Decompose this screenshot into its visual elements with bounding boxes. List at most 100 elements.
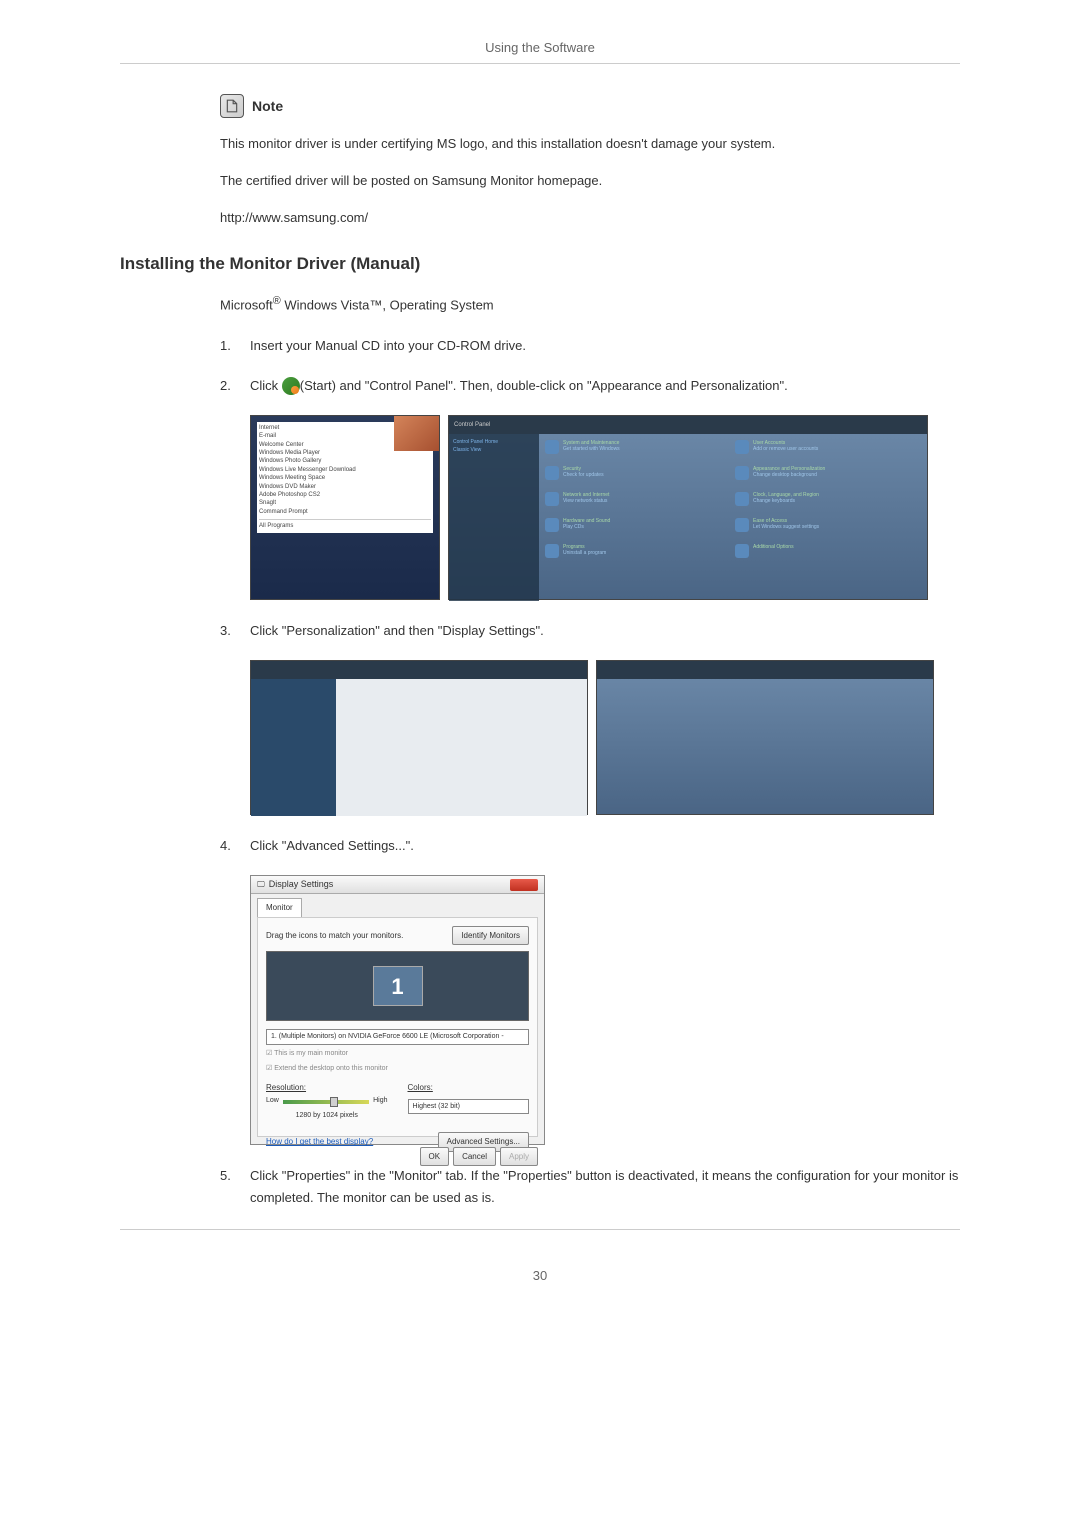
step-5: 5. Click "Properties" in the "Monitor" t… (220, 1165, 960, 1209)
ss2-cat-sub: Let Windows suggest settings (753, 524, 819, 530)
ss5-slider-thumb (330, 1097, 338, 1107)
step-2-number: 2. (220, 375, 250, 397)
ss2-cat: SecurityCheck for updates (545, 466, 731, 480)
screenshot-row-2 (250, 660, 960, 815)
ss2-cat: Ease of AccessLet Windows suggest settin… (735, 518, 921, 532)
screenshot-display-settings: 🖵 Display Settings Monitor Drag the icon… (250, 875, 545, 1145)
ss2-cat-title: Hardware and Sound (563, 518, 610, 524)
ss5-colors-label: Colors: (408, 1081, 530, 1095)
ss5-tab: Monitor (257, 898, 302, 917)
ss2-cat-icon (545, 544, 559, 558)
ss5-apply-button: Apply (500, 1147, 538, 1167)
ss5-resolution-label: Resolution: (266, 1081, 388, 1095)
subtitle-middle: Windows Vista (281, 298, 370, 313)
ss1-item: Welcome Center (259, 441, 431, 449)
subtitle-suffix: , Operating System (382, 298, 493, 313)
ss1-item: Windows Live Messenger Download (259, 466, 431, 474)
ss2-cat-icon (735, 518, 749, 532)
ss2-sidebar-item: Classic View (453, 446, 535, 455)
ss2-cat-sub: Uninstall a program (563, 550, 606, 556)
ss2-cat: Hardware and SoundPlay CDs (545, 518, 731, 532)
ss5-checkbox-1: ☑ This is my main monitor (266, 1048, 529, 1060)
ss1-item: Command Prompt (259, 508, 431, 516)
screenshot-personalization-1 (250, 660, 588, 815)
step-2-text-a: Click (250, 378, 282, 393)
ss2-cat: ProgramsUninstall a program (545, 544, 731, 558)
step-2-text: Click (Start) and "Control Panel". Then,… (250, 375, 960, 397)
ss2-cat: Clock, Language, and RegionChange keyboa… (735, 492, 921, 506)
ss2-cat-icon (545, 492, 559, 506)
screenshot-start-menu: Internet E-mail Welcome Center Windows M… (250, 415, 440, 600)
ss1-item: Internet (259, 424, 431, 432)
ss2-cat: System and MaintenanceGet started with W… (545, 440, 731, 454)
page-number: 30 (120, 1268, 960, 1283)
step-5-number: 5. (220, 1165, 250, 1209)
step-1: 1. Insert your Manual CD into your CD-RO… (220, 335, 960, 357)
ss5-cancel-button: Cancel (453, 1147, 496, 1167)
ss5-resolution-col: Resolution: Low High 1280 by 1024 pixels (266, 1081, 388, 1122)
step-1-number: 1. (220, 335, 250, 357)
ss5-titlebar: 🖵 Display Settings (251, 876, 544, 894)
section-title: Installing the Monitor Driver (Manual) (120, 254, 960, 274)
close-icon (510, 879, 538, 891)
ss5-monitor-dropdown: 1. (Multiple Monitors) on NVIDIA GeForce… (266, 1029, 529, 1045)
ss2-cat-title: Additional Options (753, 544, 794, 550)
ss5-slider-track (283, 1100, 369, 1104)
ss5-res-value: 1280 by 1024 pixels (266, 1110, 388, 1122)
page-header-title: Using the Software (120, 40, 960, 55)
ss2-cat-title: Clock, Language, and Region (753, 492, 819, 498)
note-label: Note (252, 98, 283, 114)
ss5-check2-label: Extend the desktop onto this monitor (274, 1065, 388, 1072)
ss1-item: Snaglt (259, 499, 431, 507)
ss1-left-panel: Internet E-mail Welcome Center Windows M… (257, 422, 433, 533)
ss2-cat-icon (735, 492, 749, 506)
ss2-cat-sub: Play CDs (563, 524, 610, 530)
ss2-cat-sub: View network status (563, 498, 609, 504)
ss2-cat-title: System and Maintenance (563, 440, 620, 446)
ss2-cat-sub: Change desktop background (753, 472, 825, 478)
ss5-title-icon: 🖵 (257, 878, 265, 892)
content-block: Microsoft® Windows Vista™, Operating Sys… (220, 292, 960, 1209)
note-text-2: The certified driver will be posted on S… (220, 170, 960, 192)
step-4-number: 4. (220, 835, 250, 857)
step-2-text-b: (Start) and "Control Panel". Then, doubl… (300, 378, 788, 393)
ss2-breadcrumb: Control Panel (454, 420, 490, 430)
step-3-number: 3. (220, 620, 250, 642)
screenshot-row-1: Internet E-mail Welcome Center Windows M… (250, 415, 960, 600)
ss2-cat-icon (545, 518, 559, 532)
ss5-monitor-box: 1 (266, 951, 529, 1021)
subtitle-reg: ® (273, 295, 281, 307)
screenshot-control-panel: Control Panel Control Panel Home Classic… (448, 415, 928, 600)
ss3-main (336, 679, 587, 816)
note-section: Note This monitor driver is under certif… (220, 94, 960, 229)
ss1-item: Adobe Photoshop CS2 (259, 491, 431, 499)
ss5-res-low: Low (266, 1095, 279, 1107)
ss5-body: Drag the icons to match your monitors. I… (257, 917, 538, 1137)
step-3-text: Click "Personalization" and then "Displa… (250, 620, 960, 642)
ss5-identify-button: Identify Monitors (452, 926, 529, 946)
note-header: Note (220, 94, 960, 118)
ss1-item: Windows DVD Maker (259, 483, 431, 491)
ss3-header (251, 661, 587, 679)
os-subtitle: Microsoft® Windows Vista™, Operating Sys… (220, 292, 960, 316)
ss2-cat-icon (735, 544, 749, 558)
ss2-cat-icon (735, 440, 749, 454)
step-4-text: Click "Advanced Settings...". (250, 835, 960, 857)
step-4: 4. Click "Advanced Settings...". (220, 835, 960, 857)
ss1-item: E-mail (259, 432, 431, 440)
ss5-res-high: High (373, 1095, 387, 1107)
ss5-checkbox-2: ☑ Extend the desktop onto this monitor (266, 1063, 529, 1075)
ss5-drag-text: Drag the icons to match your monitors. (266, 929, 403, 943)
ss2-cat-sub: Change keyboards (753, 498, 819, 504)
ss2-sidebar: Control Panel Home Classic View (449, 434, 539, 601)
ss5-drag-row: Drag the icons to match your monitors. I… (266, 926, 529, 946)
screenshot-personalization-2 (596, 660, 934, 815)
ss2-cat-icon (545, 440, 559, 454)
ss4-header (597, 661, 933, 679)
ss5-check1-label: This is my main monitor (274, 1050, 348, 1057)
step-3: 3. Click "Personalization" and then "Dis… (220, 620, 960, 642)
ss5-title: Display Settings (269, 877, 510, 892)
step-2: 2. Click (Start) and "Control Panel". Th… (220, 375, 960, 397)
subtitle-tm: ™ (369, 298, 382, 313)
ss2-cat-sub: Check for updates (563, 472, 604, 478)
